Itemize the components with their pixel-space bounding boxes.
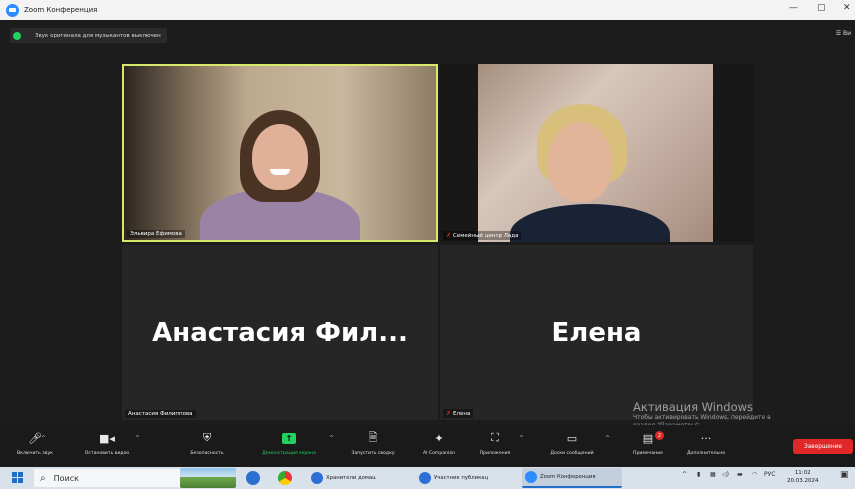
- search-placeholder: Поиск: [53, 473, 79, 483]
- clock-time: 11:02: [794, 470, 811, 476]
- language-indicator[interactable]: РУС: [764, 471, 775, 478]
- participant-name: ✗ Семейный центр Лада: [443, 231, 522, 240]
- battery-icon[interactable]: ▬: [737, 471, 743, 478]
- windows-start-icon[interactable]: [12, 472, 23, 483]
- participant-name: Анастасия Филиппова: [125, 410, 196, 418]
- mic-muted-icon: 🎤︎: [28, 431, 42, 445]
- taskbar-app-2[interactable]: Zoom Конференция: [522, 468, 622, 488]
- participant-display-name: Анастасия Фил...: [152, 317, 408, 348]
- network-icon[interactable]: ▦: [710, 471, 716, 478]
- summary-doc-icon: 🗎: [368, 430, 378, 444]
- zoom-window: Zoom Конференция — ▢ ✕ Звук оригинала дл…: [0, 0, 855, 489]
- video-tile-elena[interactable]: Елена ✗ Елена: [440, 245, 753, 420]
- start-summary-label: Запустить сводку: [351, 451, 395, 456]
- chevron-up-icon[interactable]: ^: [41, 435, 46, 442]
- minimize-button[interactable]: —: [789, 3, 798, 13]
- shield-check-icon: [13, 31, 21, 40]
- zoom-app-icon: [525, 471, 537, 483]
- notes-icon: ▤: [642, 431, 654, 445]
- participant-display-name: Елена: [551, 317, 642, 348]
- language-settings-icon[interactable]: ◠: [752, 471, 757, 478]
- taskbar-clock[interactable]: 11:02 20.03.2024: [787, 469, 819, 485]
- taskbar-search-box[interactable]: ⌕ Поиск: [34, 469, 184, 487]
- security-label: Безопасность: [190, 451, 224, 456]
- share-screen-button[interactable]: ↑ Демонстрация экрана ^: [244, 429, 334, 456]
- whiteboards-label: Доски сообщений: [550, 451, 594, 456]
- more-button[interactable]: ··· Дополнительно: [676, 429, 736, 457]
- stop-video-button[interactable]: ■◂ Остановить видео ^: [80, 429, 140, 457]
- zoom-logo-icon: [6, 3, 19, 17]
- start-summary-button[interactable]: 🗎 Запустить сводку: [340, 429, 406, 457]
- chrome-profile-icon: [419, 472, 431, 484]
- maximize-button[interactable]: ▢: [817, 3, 826, 13]
- ai-companion-button[interactable]: ✦ AI Companion: [414, 429, 464, 457]
- share-screen-icon: ↑: [282, 432, 296, 444]
- chevron-up-icon[interactable]: ^: [135, 435, 140, 442]
- stop-video-label: Остановить видео: [84, 451, 130, 456]
- chevron-up-icon[interactable]: ^: [329, 435, 334, 442]
- apps-icon: ⛶: [491, 431, 499, 444]
- more-label: Дополнительно: [686, 451, 726, 456]
- video-camera-icon: ■◂: [99, 431, 115, 445]
- title-bar: Zoom Конференция — ▢ ✕: [0, 0, 855, 20]
- close-button[interactable]: ✕: [843, 3, 851, 13]
- clock-date: 20.03.2024: [787, 478, 819, 484]
- notice-text: Звук оригинала для музыкантов выключен: [35, 32, 161, 39]
- notes-label: Примечание: [633, 451, 663, 456]
- whiteboard-icon: ▭: [566, 431, 578, 445]
- unmute-button[interactable]: 🎤︎ Включить звук ^: [12, 429, 58, 457]
- unmute-label: Включить звук: [17, 451, 53, 456]
- whiteboards-button[interactable]: ▭ Доски сообщений ^: [540, 429, 610, 457]
- search-icon: ⌕: [40, 472, 46, 484]
- video-feed: [124, 66, 436, 240]
- activation-title: Активация Windows: [633, 400, 754, 414]
- view-button[interactable]: ☰ Ви: [836, 30, 851, 37]
- tray-chevron-icon[interactable]: ^: [682, 471, 687, 478]
- mic-muted-icon: ✗: [446, 410, 452, 417]
- volume-icon[interactable]: ◁): [722, 471, 729, 478]
- shield-icon: ⛨: [202, 431, 212, 444]
- windows-taskbar: ⌕ Поиск Хранители домашн... Участник пуб…: [0, 467, 855, 489]
- security-button[interactable]: ⛨ Безопасность: [182, 429, 232, 456]
- share-screen-label: Демонстрация экрана: [262, 451, 316, 456]
- notifications-icon[interactable]: ▣: [840, 470, 849, 480]
- meeting-toolbar: 🎤︎ Включить звук ^ ■◂ Остановить видео ^…: [0, 425, 855, 467]
- participant-name: Эльвира Ефимова: [127, 230, 185, 238]
- participant-name: ✗ Елена: [443, 409, 474, 418]
- mic-muted-icon: ✗: [446, 232, 452, 239]
- chrome-profile-icon: [311, 472, 323, 484]
- end-meeting-button[interactable]: Завершение: [793, 439, 853, 454]
- original-sound-notice[interactable]: Звук оригинала для музыкантов выключен: [10, 28, 167, 43]
- taskbar-app-1[interactable]: Участник публикац...: [416, 468, 488, 488]
- apps-button[interactable]: ⛶ Приложения ^: [470, 429, 524, 456]
- video-tile-elvira[interactable]: Эльвира Ефимова: [122, 64, 438, 242]
- notes-badge: 2: [655, 431, 664, 440]
- taskbar-app-0[interactable]: Хранители домашн...: [308, 468, 376, 488]
- activation-line1: Чтобы активировать Windows, перейдите в: [633, 414, 771, 421]
- apps-label: Приложения: [479, 451, 511, 456]
- meeting-area: Звук оригинала для музыкантов выключен ☰…: [0, 20, 855, 429]
- window-title: Zoom Конференция: [24, 6, 98, 14]
- video-tile-lada[interactable]: ✗ Семейный центр Лада: [440, 64, 753, 242]
- video-tile-anastasia[interactable]: Анастасия Фил... Анастасия Филиппова: [122, 245, 438, 420]
- sparkle-icon: ✦: [434, 431, 444, 445]
- ai-companion-label: AI Companion: [422, 451, 456, 456]
- video-feed: [440, 64, 753, 242]
- chevron-up-icon[interactable]: ^: [519, 435, 524, 442]
- more-dots-icon: ···: [700, 431, 712, 445]
- chevron-up-icon[interactable]: ^: [605, 435, 610, 442]
- chrome-icon[interactable]: [278, 471, 292, 485]
- usb-icon[interactable]: ▮: [697, 471, 700, 478]
- notes-button[interactable]: ▤ Примечание 2: [626, 429, 670, 456]
- file-explorer-icon[interactable]: [246, 471, 260, 485]
- search-highlight-image[interactable]: [180, 468, 236, 488]
